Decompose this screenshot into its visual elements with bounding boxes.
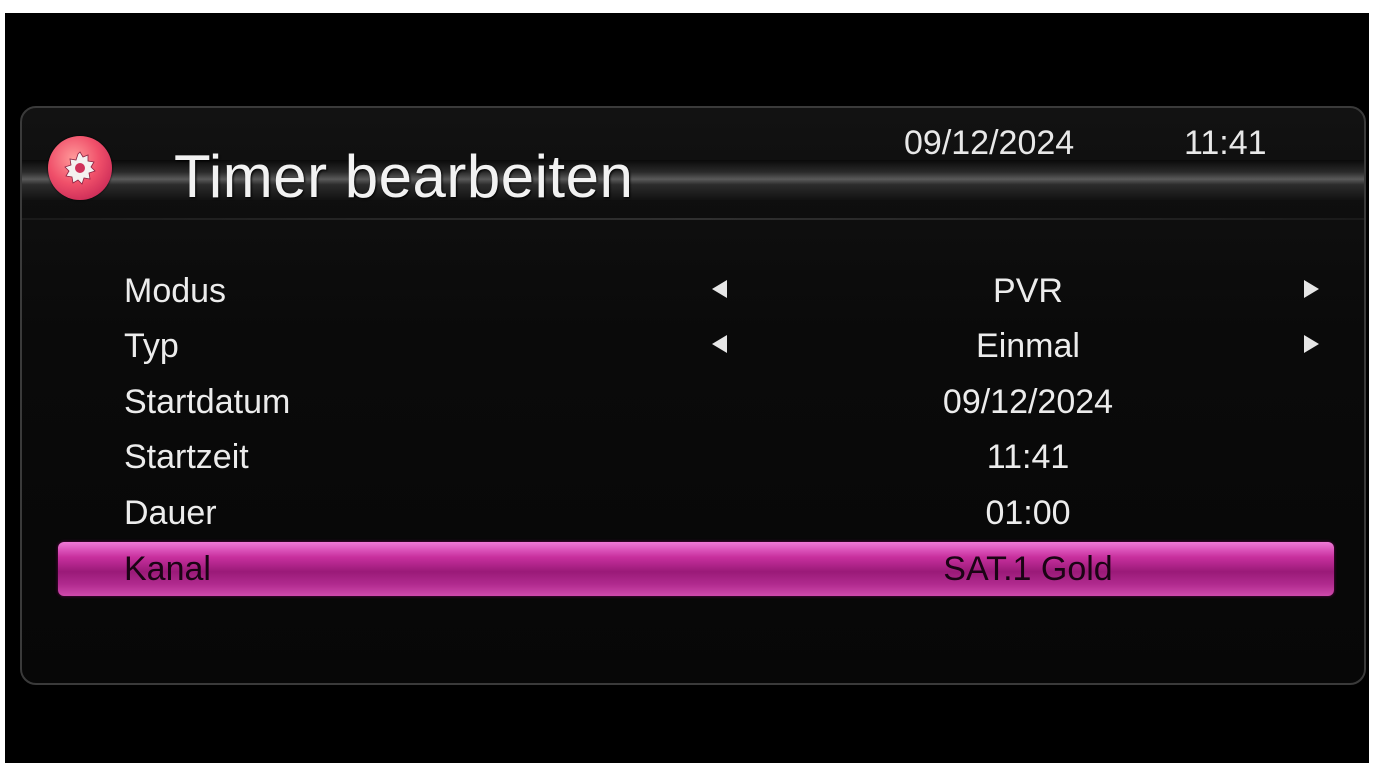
arrow-left-icon[interactable] bbox=[712, 335, 727, 353]
arrow-right-icon[interactable] bbox=[1304, 280, 1319, 298]
setting-row-startdatum[interactable]: Startdatum 09/12/2024 bbox=[58, 375, 1334, 429]
setting-value: 01:00 bbox=[985, 494, 1071, 532]
setting-label: Typ bbox=[124, 327, 179, 365]
setting-label: Modus bbox=[124, 272, 227, 310]
setting-value: SAT.1 Gold bbox=[943, 550, 1113, 588]
arrow-right-icon[interactable] bbox=[1304, 335, 1319, 353]
timer-edit-panel: Timer bearbeiten 09/12/2024 11:41 Modus … bbox=[20, 106, 1366, 685]
setting-row-kanal[interactable]: Kanal SAT.1 Gold bbox=[58, 542, 1334, 596]
setting-label: Kanal bbox=[124, 550, 211, 588]
setting-label: Dauer bbox=[124, 494, 217, 532]
setting-value: 11:41 bbox=[986, 438, 1070, 476]
setting-label: Startdatum bbox=[124, 383, 291, 421]
setting-row-dauer[interactable]: Dauer 01:00 bbox=[58, 486, 1334, 540]
setting-value: 09/12/2024 bbox=[942, 383, 1114, 421]
tv-screen: Timer bearbeiten 09/12/2024 11:41 Modus … bbox=[5, 13, 1369, 763]
setting-row-startzeit[interactable]: Startzeit 11:41 bbox=[58, 430, 1334, 484]
setting-label: Startzeit bbox=[124, 438, 249, 476]
timer-settings-list: Modus PVR Typ Einmal Startdatum 09/12/20… bbox=[22, 108, 1364, 683]
setting-value: Einmal bbox=[976, 327, 1080, 365]
setting-row-modus[interactable]: Modus PVR bbox=[58, 264, 1334, 318]
setting-value: PVR bbox=[993, 272, 1063, 310]
setting-row-typ[interactable]: Typ Einmal bbox=[58, 319, 1334, 373]
arrow-left-icon[interactable] bbox=[712, 280, 727, 298]
